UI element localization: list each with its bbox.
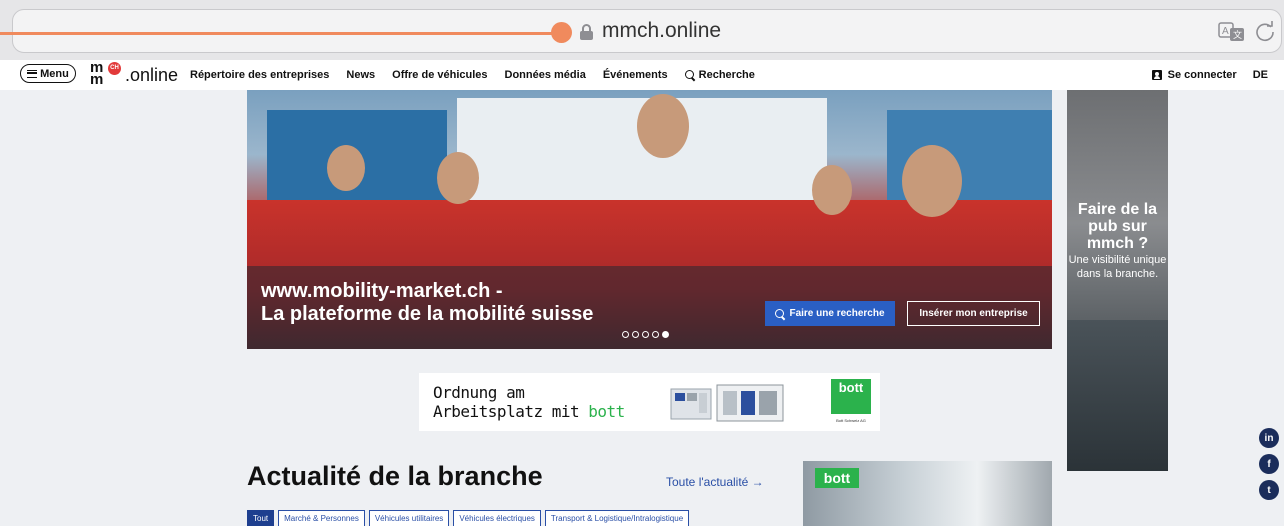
logo-mark: mm CH (90, 60, 124, 87)
ad-background-image (1067, 320, 1168, 471)
bott-logo-subtitle: Bott Schweiz AG (836, 418, 866, 423)
hero-search-button[interactable]: Faire une recherche (765, 301, 895, 326)
url-text[interactable]: mmch.online (602, 19, 721, 43)
filter-tab-electric-vehicles[interactable]: Véhicules électriques (453, 510, 541, 526)
nav-link-directory[interactable]: Répertoire des entreprises (190, 69, 329, 81)
news-card-image[interactable]: bott (803, 461, 1052, 526)
site-navbar: Menu mm CH .online Répertoire des entrep… (0, 60, 1284, 90)
hero-photo-person (637, 94, 689, 158)
banner-ad-line2: Arbeitsplatz mit bott (433, 402, 625, 421)
side-advertisement[interactable]: Faire de la pub sur mmch ? Une visibilit… (1067, 90, 1168, 471)
lock-icon (580, 24, 593, 40)
carousel-dot[interactable] (652, 331, 659, 338)
filter-tab-all[interactable]: Tout (247, 510, 275, 526)
nav-link-media-data[interactable]: Données média (505, 69, 586, 81)
hero-photo-person (812, 165, 852, 215)
banner-ad-line1: Ordnung am (433, 383, 525, 402)
menu-label: Menu (40, 67, 69, 80)
facebook-icon[interactable]: f (1259, 454, 1279, 474)
menu-button[interactable]: Menu (20, 64, 76, 83)
nav-search-label: Recherche (698, 69, 755, 81)
carousel-dots (622, 331, 669, 338)
reload-icon[interactable] (1254, 20, 1276, 42)
logo-badge: CH (108, 62, 121, 75)
banner-advertisement[interactable]: Ordnung am Arbeitsplatz mit bott bott Bo… (419, 373, 880, 431)
workbench-product-image (670, 384, 784, 422)
main-nav: Répertoire des entreprises News Offre de… (190, 60, 755, 90)
nav-link-vehicles[interactable]: Offre de véhicules (392, 69, 487, 81)
filter-tab-utility-vehicles[interactable]: Véhicules utilitaires (368, 510, 450, 526)
filter-tab-transport-logistics[interactable]: Transport & Logistique/Intralogistique (544, 510, 690, 526)
loading-progress-bar (0, 32, 560, 35)
search-icon (775, 308, 785, 319)
hero-photo-person (902, 145, 962, 217)
news-filter-tabs: Tout Marché & Personnes Véhicules utilit… (247, 510, 690, 526)
side-ad-subtext: Une visibilité unique dans la branche. (1068, 254, 1167, 280)
carousel-dot[interactable] (642, 331, 649, 338)
hamburger-icon (27, 69, 38, 78)
side-ad-text: Faire de la pub sur mmch ? Une visibilit… (1067, 201, 1168, 281)
carousel-dot-active[interactable] (662, 331, 669, 338)
nav-link-events[interactable]: Événements (603, 69, 668, 81)
insert-company-button[interactable]: Insérer mon entreprise (907, 301, 1040, 326)
hero-photo-person (327, 145, 365, 191)
twitter-icon[interactable]: t (1259, 480, 1279, 500)
carousel-dot[interactable] (632, 331, 639, 338)
nav-right: Se connecter DE (1151, 60, 1268, 90)
all-news-link[interactable]: Toute l'actualité → (666, 475, 764, 489)
social-links: in f t (1259, 428, 1279, 500)
user-icon (1151, 70, 1162, 80)
carousel-dot[interactable] (622, 331, 629, 338)
nav-search-link[interactable]: Recherche (684, 69, 755, 81)
login-label: Se connecter (1167, 69, 1237, 81)
hero-carousel: www.mobility-market.ch - La plateforme d… (247, 90, 1052, 349)
hero-photo-person (437, 152, 479, 204)
nav-link-news[interactable]: News (346, 69, 375, 81)
news-section-title: Actualité de la branche (247, 461, 543, 491)
translate-icon[interactable]: A 文 (1218, 22, 1246, 42)
filter-tab-market[interactable]: Marché & Personnes (278, 510, 365, 526)
svg-text:文: 文 (1233, 29, 1242, 40)
svg-text:A: A (1222, 26, 1229, 37)
logo-text: .online (125, 65, 179, 85)
loading-progress-indicator (551, 22, 572, 43)
browser-toolbar: mmch.online A 文 (0, 0, 1284, 60)
language-switch[interactable]: DE (1253, 69, 1268, 81)
news-card-bott-tag: bott (815, 468, 859, 488)
search-icon (684, 70, 695, 80)
site-logo[interactable]: mm CH .online (90, 60, 179, 87)
side-ad-headline: Faire de la pub sur mmch ? (1077, 201, 1158, 252)
bott-logo: bott (831, 379, 871, 414)
hero-title: www.mobility-market.ch - La plateforme d… (261, 280, 594, 325)
linkedin-icon[interactable]: in (1259, 428, 1279, 448)
login-link[interactable]: Se connecter (1151, 69, 1237, 81)
